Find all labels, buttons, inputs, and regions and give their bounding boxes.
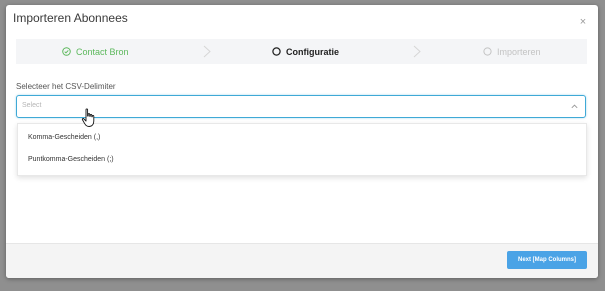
step-contact-bron[interactable]: Contact Bron (62, 39, 129, 64)
step-configuratie[interactable]: Configuratie (272, 39, 339, 64)
chevron-up-icon (571, 104, 578, 109)
chevron-right-icon (413, 45, 421, 58)
select-placeholder: Select (22, 102, 42, 109)
modal-footer: Next [Map Columns] (6, 243, 598, 278)
option-komma[interactable]: Komma-Gescheiden (,) (18, 127, 586, 149)
check-circle-icon (62, 47, 71, 56)
delimiter-dropdown: Komma-Gescheiden (,) Puntkomma-Gescheide… (17, 123, 587, 176)
step-label: Configuratie (286, 46, 339, 57)
import-subscribers-modal: Importeren Abonnees × Contact Bron Confi… (6, 5, 598, 278)
hand-pointer-icon (81, 108, 95, 127)
import-stepper: Contact Bron Configuratie Importeren (16, 39, 587, 64)
close-icon: × (579, 16, 587, 28)
delimiter-select[interactable]: Select (16, 95, 586, 118)
step-label: Contact Bron (76, 46, 129, 57)
delimiter-label: Selecteer het CSV-Delimiter (16, 82, 116, 91)
modal-title: Importeren Abonnees (13, 11, 128, 25)
option-label: Komma-Gescheiden (,) (28, 134, 101, 141)
next-map-columns-button[interactable]: Next [Map Columns] (507, 251, 587, 269)
step-label: Importeren (497, 46, 541, 57)
option-puntkomma[interactable]: Puntkomma-Gescheiden (;) (18, 149, 586, 171)
step-importeren[interactable]: Importeren (483, 39, 541, 64)
circle-outline-icon (483, 47, 492, 56)
close-button[interactable]: × (578, 16, 588, 28)
option-label: Puntkomma-Gescheiden (;) (28, 156, 114, 163)
circle-outline-icon (272, 47, 281, 56)
chevron-right-icon (203, 45, 211, 58)
